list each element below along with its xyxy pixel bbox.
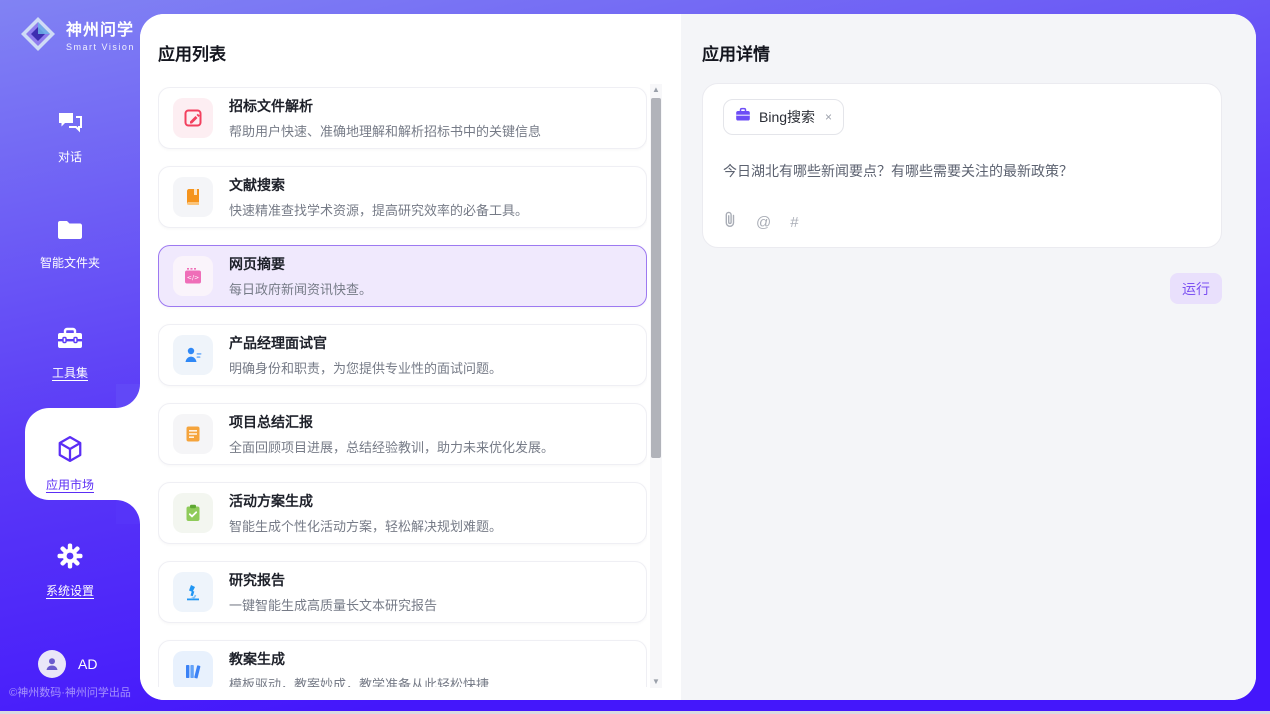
app-card-pm-interviewer[interactable]: 产品经理面试官 明确身份和职责，为您提供专业性的面试问题。: [158, 324, 647, 386]
book-icon: [173, 177, 213, 217]
scrollbar-up-arrow[interactable]: ▲: [650, 84, 662, 96]
app-description: 帮助用户快速、准确地理解和解析招标书中的关键信息: [229, 121, 541, 140]
app-list-panel: 应用列表 招标文件解析 帮助用户快速、准确地理解和解析招标书中的关键信息: [140, 14, 681, 700]
tool-tag-bing-search[interactable]: Bing搜索 ×: [723, 99, 844, 135]
app-card-list: 招标文件解析 帮助用户快速、准确地理解和解析招标书中的关键信息 文献搜索 快速精…: [158, 87, 647, 687]
cube-icon: [55, 434, 85, 469]
app-detail-panel: 应用详情 Bing搜索 × 今日湖北有哪些新闻要点？有哪些需要关注的最新政策？: [681, 14, 1256, 700]
research-icon: [173, 572, 213, 612]
tab-fillet-top: [116, 384, 140, 408]
brand-name: 神州问学: [66, 16, 135, 40]
app-description: 全面回顾项目进展，总结经验教训，助力未来优化发展。: [229, 437, 554, 456]
scrollbar-thumb[interactable]: [651, 98, 661, 458]
app-card-lesson-plan[interactable]: 教案生成 模板驱动，教案妙成，教学准备从此轻松快捷: [158, 640, 647, 687]
mention-icon[interactable]: @: [756, 214, 771, 231]
app-name: 文献搜索: [229, 175, 528, 195]
interviewer-icon: [173, 335, 213, 375]
app-card-event-plan[interactable]: 活动方案生成 智能生成个性化活动方案，轻松解决规划难题。: [158, 482, 647, 544]
app-name: 教案生成: [229, 649, 489, 669]
folder-icon: [56, 218, 84, 247]
app-card-bid-analysis[interactable]: 招标文件解析 帮助用户快速、准确地理解和解析招标书中的关键信息: [158, 87, 647, 149]
sidebar-item-smart-folder[interactable]: 智能文件夹: [0, 218, 140, 280]
app-description: 每日政府新闻资讯快查。: [229, 279, 372, 298]
app-description: 模板驱动，教案妙成，教学准备从此轻松快捷: [229, 674, 489, 687]
app-description: 明确身份和职责，为您提供专业性的面试问题。: [229, 358, 502, 377]
app-name: 活动方案生成: [229, 491, 502, 511]
app-card-literature-search[interactable]: 文献搜索 快速精准查找学术资源，提高研究效率的必备工具。: [158, 166, 647, 228]
sidebar-item-label: 智能文件夹: [40, 254, 100, 271]
gear-icon: [56, 542, 84, 575]
app-name: 网页摘要: [229, 254, 372, 274]
tool-tag-label: Bing搜索: [759, 107, 815, 127]
report-note-icon: [173, 414, 213, 454]
app-name: 项目总结汇报: [229, 412, 554, 432]
briefcase-icon: [735, 107, 751, 127]
hashtag-icon[interactable]: #: [790, 214, 798, 231]
sidebar-item-settings[interactable]: 系统设置: [0, 542, 140, 604]
main-window: 应用列表 招标文件解析 帮助用户快速、准确地理解和解析招标书中的关键信息: [140, 14, 1256, 700]
chat-icon: [56, 110, 84, 141]
clipboard-check-icon: [173, 493, 213, 533]
browser-code-icon: </>: [173, 256, 213, 296]
sidebar: 神州问学 Smart Vision 对话 智能文件夹: [0, 0, 140, 714]
app-name: 产品经理面试官: [229, 333, 502, 353]
user-account[interactable]: AD: [38, 650, 97, 678]
edit-document-icon: [173, 98, 213, 138]
brand-subtitle: Smart Vision: [66, 42, 135, 52]
tag-close-icon[interactable]: ×: [825, 110, 832, 124]
app-detail-title: 应用详情: [702, 40, 1223, 65]
prompt-input-card: Bing搜索 × 今日湖北有哪些新闻要点？有哪些需要关注的最新政策？ @ #: [702, 83, 1222, 248]
sidebar-item-label: 应用市场: [46, 476, 94, 493]
app-description: 智能生成个性化活动方案，轻松解决规划难题。: [229, 516, 502, 535]
brand-logo: 神州问学 Smart Vision: [18, 14, 135, 54]
sidebar-item-label: 对话: [58, 148, 82, 165]
app-name: 研究报告: [229, 570, 437, 590]
app-description: 快速精准查找学术资源，提高研究效率的必备工具。: [229, 200, 528, 219]
app-card-project-summary[interactable]: 项目总结汇报 全面回顾项目进展，总结经验教训，助力未来优化发展。: [158, 403, 647, 465]
paperclip-icon[interactable]: [723, 211, 737, 233]
attachment-toolbar: @ #: [723, 211, 799, 233]
books-icon: [173, 651, 213, 687]
prompt-text-input[interactable]: 今日湖北有哪些新闻要点？有哪些需要关注的最新政策？: [723, 161, 1201, 182]
sidebar-item-label: 工具集: [52, 364, 88, 381]
avatar: [38, 650, 66, 678]
app-card-web-summary[interactable]: </> 网页摘要 每日政府新闻资讯快查。: [158, 245, 647, 307]
sidebar-item-label: 系统设置: [46, 582, 94, 599]
run-row: 运行: [702, 273, 1222, 304]
run-button[interactable]: 运行: [1170, 273, 1222, 304]
svg-text:</>: </>: [187, 275, 199, 282]
tab-fillet-bottom: [116, 500, 140, 524]
sidebar-item-app-market[interactable]: 应用市场: [0, 434, 140, 496]
sidebar-item-toolset[interactable]: 工具集: [0, 326, 140, 388]
user-name: AD: [78, 656, 97, 672]
sidebar-item-chat[interactable]: 对话: [0, 110, 140, 172]
toolbox-icon: [56, 326, 84, 357]
copyright-text: ©神州数码·神州问学出品: [0, 684, 140, 700]
app-card-research-report[interactable]: 研究报告 一键智能生成高质量长文本研究报告: [158, 561, 647, 623]
app-description: 一键智能生成高质量长文本研究报告: [229, 595, 437, 614]
app-list-title: 应用列表: [158, 40, 681, 65]
app-name: 招标文件解析: [229, 96, 541, 116]
list-scrollbar[interactable]: ▲ ▼: [650, 84, 662, 688]
scrollbar-down-arrow[interactable]: ▼: [650, 676, 662, 688]
brand-diamond-icon: [18, 14, 58, 54]
